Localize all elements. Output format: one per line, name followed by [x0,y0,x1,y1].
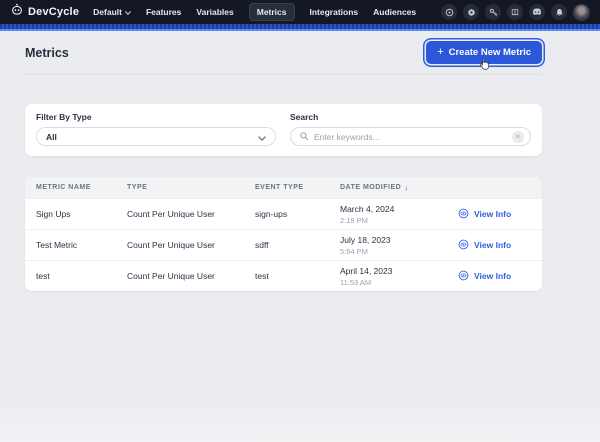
sort-desc-icon: ↓ [404,183,409,192]
table-header-row: Metric Name Type Event Type Date Modifie… [25,177,542,198]
create-button-label: Create New Metric [449,47,531,58]
togglebot-icon [10,3,24,22]
clear-search-icon[interactable]: × [512,131,524,143]
eye-icon [458,208,469,221]
filter-card: Filter By Type All Search × [25,104,542,156]
progress-strip [0,24,600,31]
date-modified-cell: March 4, 2024 2:19 PM [329,204,444,225]
gear-icon[interactable] [463,4,479,20]
col-header-date-modified[interactable]: Date Modified ↓ [329,183,444,192]
chevron-down-icon [258,128,266,146]
create-new-metric-button[interactable]: + Create New Metric [426,41,542,64]
view-info-link[interactable]: View Info [444,270,542,283]
page-title: Metrics [25,46,69,60]
filter-by-type-label: Filter By Type [36,112,276,122]
date-modified-cell: April 14, 2023 11:53 AM [329,266,444,287]
search-label: Search [290,112,531,122]
nav-items: Default Features Variables Metrics Integ… [93,3,416,21]
search-icon [299,128,309,146]
eye-icon [458,270,469,283]
metric-name-cell: test [25,271,116,281]
nav-item-metrics[interactable]: Metrics [249,3,295,21]
type-cell: Count Per Unique User [116,240,244,250]
col-header-event-type[interactable]: Event Type [244,184,329,191]
nav-item-audiences[interactable]: Audiences [373,7,416,17]
top-navbar: DevCycle Default Features Variables Metr… [0,0,600,24]
date-modified-cell: July 18, 2023 5:54 PM [329,235,444,256]
view-info-link[interactable]: View Info [444,239,542,252]
filter-type-select[interactable]: All [36,127,276,146]
nav-item-integrations[interactable]: Integrations [310,7,359,17]
filter-type-value: All [46,132,258,142]
nav-icon-buttons [441,4,590,21]
brand-name: DevCycle [28,6,79,18]
type-cell: Count Per Unique User [116,271,244,281]
page-header: Metrics + Create New Metric [25,31,542,74]
target-icon[interactable] [441,4,457,20]
plus-icon: + [437,47,443,58]
event-type-cell: test [244,271,329,281]
metric-name-cell: Sign Ups [25,209,116,219]
devcycle-logo[interactable]: DevCycle [10,3,79,22]
metrics-page: DevCycle Default Features Variables Metr… [0,0,600,442]
metric-name-cell: Test Metric [25,240,116,250]
eye-icon [458,239,469,252]
event-type-cell: sdff [244,240,329,250]
nav-item-features[interactable]: Features [146,7,181,17]
col-header-type[interactable]: Type [116,184,244,191]
table-row: Sign Ups Count Per Unique User sign-ups … [25,198,542,229]
bell-icon[interactable] [551,4,567,20]
search-box: × [290,127,531,146]
event-type-cell: sign-ups [244,209,329,219]
discord-icon[interactable] [529,4,545,20]
user-avatar[interactable] [573,4,590,21]
table-row: test Count Per Unique User test April 14… [25,260,542,291]
book-icon[interactable] [507,4,523,20]
view-info-link[interactable]: View Info [444,208,542,221]
key-icon[interactable] [485,4,501,20]
type-cell: Count Per Unique User [116,209,244,219]
search-input[interactable] [314,132,507,142]
nav-item-default[interactable]: Default [93,7,131,17]
header-divider [25,74,542,75]
metrics-table: Metric Name Type Event Type Date Modifie… [25,177,542,291]
nav-item-variables[interactable]: Variables [196,7,233,17]
table-row: Test Metric Count Per Unique User sdff J… [25,229,542,260]
chevron-down-icon [125,7,131,17]
col-header-metric-name[interactable]: Metric Name [25,184,116,191]
